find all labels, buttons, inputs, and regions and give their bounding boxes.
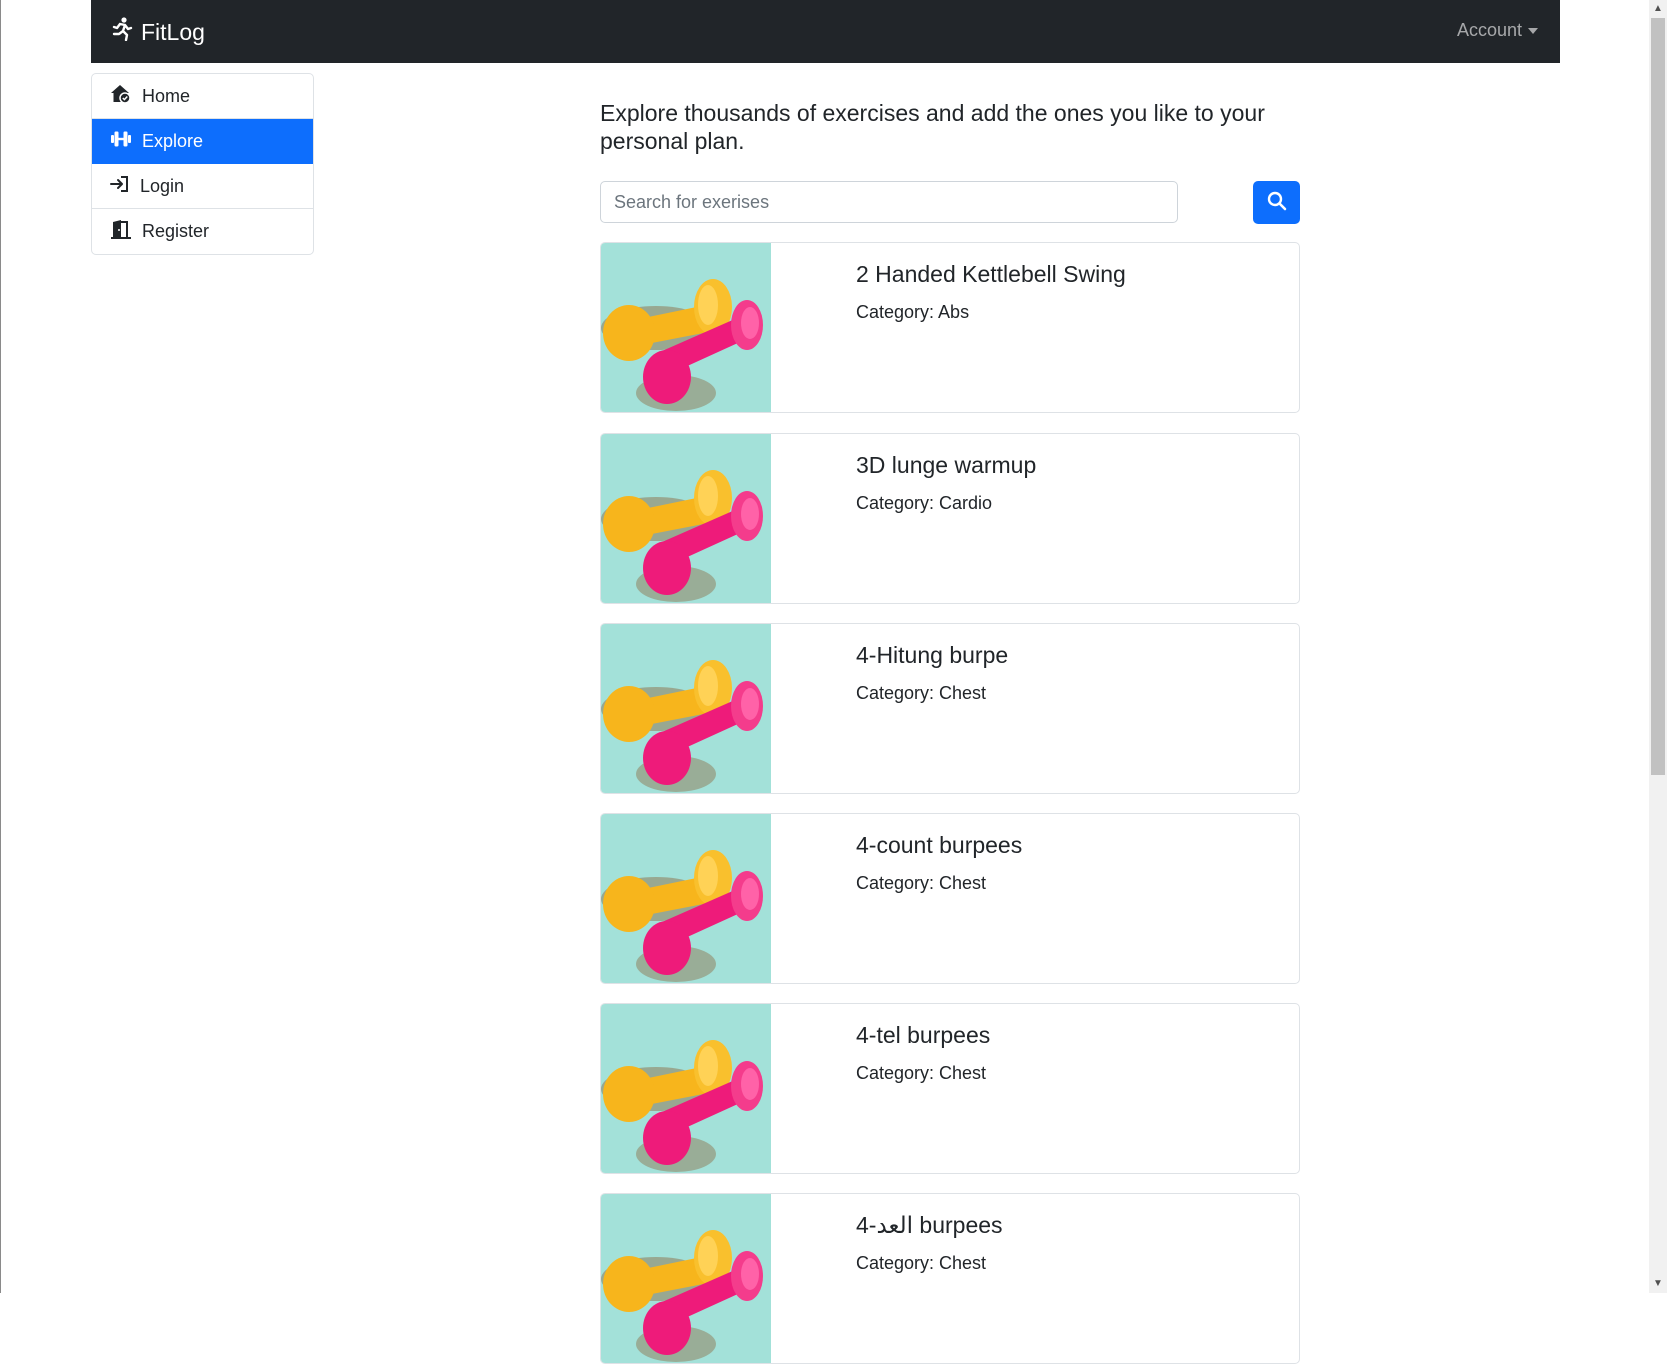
running-person-icon [111, 17, 141, 47]
dumbbells-image [601, 624, 771, 793]
scrollbar-thumb[interactable] [1651, 18, 1665, 775]
exercise-category: Category: Chest [856, 1063, 987, 1083]
exercise-card[interactable]: 2 Handed Kettlebell Swing Category: Abs [600, 242, 1300, 413]
exercise-category: Category: Cardio [856, 493, 993, 513]
exercise-name[interactable]: 4-tel burpees [856, 1022, 990, 1049]
dumbbells-image [601, 814, 771, 983]
exercise-card[interactable]: 4-العد burpees Category: Chest [600, 1193, 1300, 1364]
sidebar-nav: Home Explore Login Register [91, 73, 314, 255]
sidebar-item-login[interactable]: Login [92, 164, 313, 209]
exercise-name[interactable]: 3D lunge warmup [856, 452, 1036, 479]
scroll-up-icon[interactable]: ▲ [1649, 0, 1667, 18]
exercise-category: Category: Chest [856, 683, 987, 703]
sidebar-item-label: Login [140, 175, 185, 196]
exercise-card[interactable]: 4-count burpees Category: Chest [600, 813, 1300, 984]
exercise-name[interactable]: 4-Hitung burpe [856, 642, 1008, 669]
sidebar-item-label: Home [142, 85, 191, 106]
dumbbells-image [601, 243, 771, 412]
dumbbells-image [601, 1004, 771, 1173]
sidebar-item-home[interactable]: Home [92, 74, 313, 119]
exercise-name[interactable]: 4-count burpees [856, 832, 1022, 859]
window-edge [0, 0, 1, 1293]
exercise-name[interactable]: 4-العد burpees [856, 1212, 1003, 1239]
scroll-down-icon[interactable]: ▼ [1649, 1275, 1667, 1293]
exercise-card[interactable]: 4-tel burpees Category: Chest [600, 1003, 1300, 1174]
page-scrollbar[interactable]: ▲ ▼ [1649, 0, 1667, 1293]
home-icon [110, 84, 142, 109]
exercise-category: Category: Chest [856, 873, 987, 893]
sidebar-item-explore[interactable]: Explore [92, 119, 313, 164]
exercise-name[interactable]: 2 Handed Kettlebell Swing [856, 261, 1126, 288]
exercise-category: Category: Abs [856, 302, 970, 322]
search-input[interactable] [600, 181, 1178, 223]
account-dropdown[interactable]: Account [1457, 20, 1538, 41]
brand[interactable]: FitLog [111, 16, 205, 48]
exercise-card[interactable]: 4-Hitung burpe Category: Chest [600, 623, 1300, 794]
caret-down-icon [1528, 27, 1538, 34]
sidebar-item-label: Explore [142, 130, 204, 151]
door-icon [110, 219, 142, 244]
brand-name: FitLog [141, 18, 205, 45]
dumbbell-icon [110, 130, 142, 153]
search-button[interactable] [1253, 181, 1300, 224]
page-headline: Explore thousands of exercises and add t… [600, 100, 1265, 154]
dumbbells-image [601, 434, 771, 603]
exercise-card[interactable]: 3D lunge warmup Category: Cardio [600, 433, 1300, 604]
top-navbar: FitLog Account [91, 0, 1560, 63]
sidebar-item-register[interactable]: Register [92, 209, 313, 254]
dumbbells-image [601, 1194, 771, 1363]
sidebar-item-label: Register [142, 221, 210, 241]
search-icon [1267, 191, 1287, 214]
account-label: Account [1456, 20, 1522, 40]
login-icon [110, 175, 140, 198]
exercise-category: Category: Chest [856, 1253, 987, 1273]
